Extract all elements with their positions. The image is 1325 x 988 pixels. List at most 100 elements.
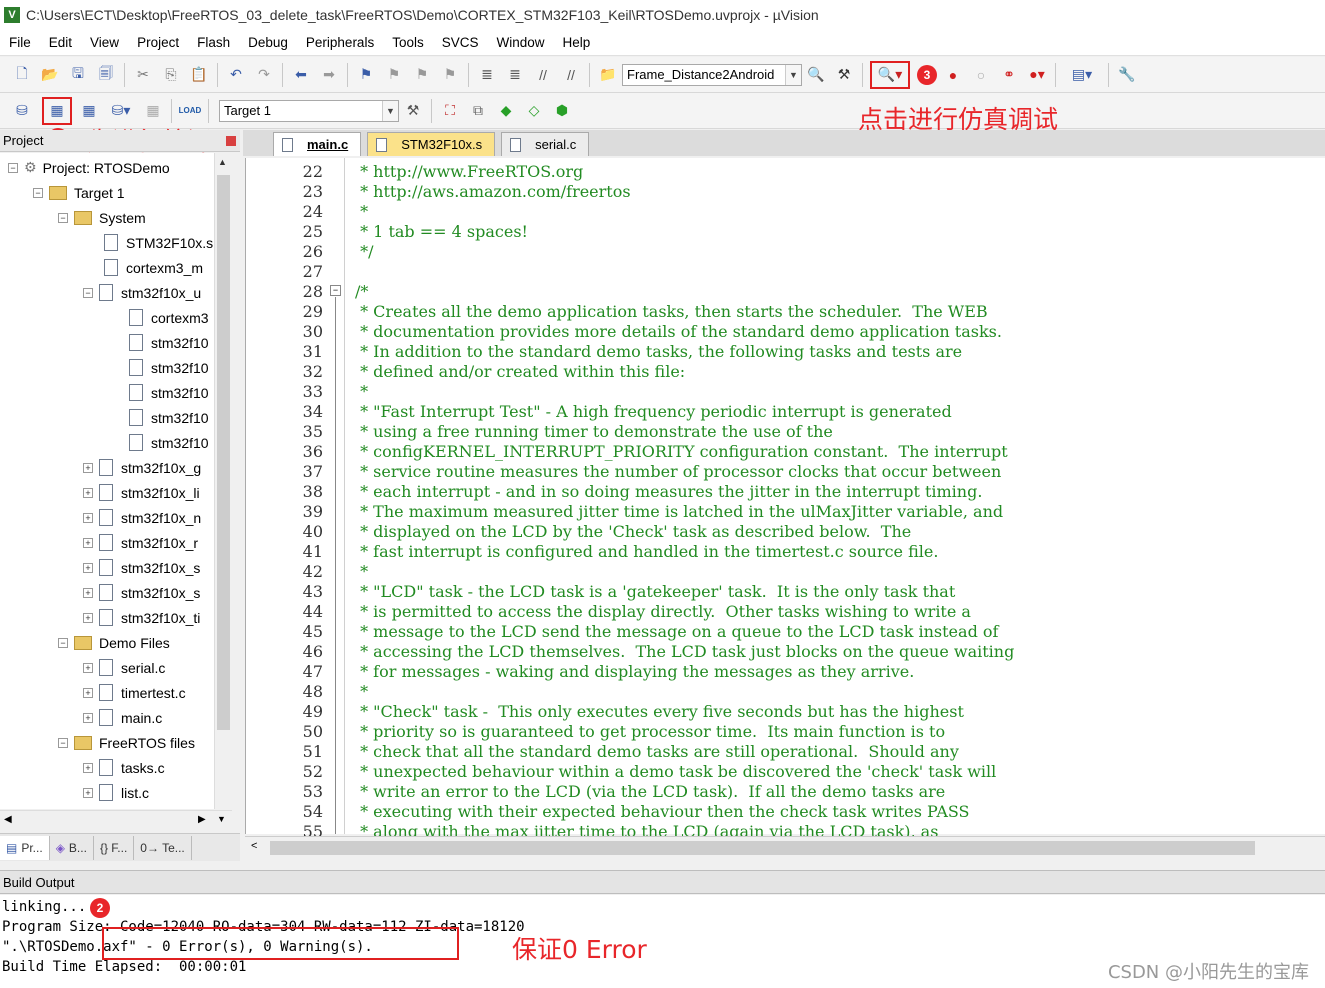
find-combo[interactable]: Frame_Distance2Android ▼ — [622, 63, 802, 86]
save-all-icon[interactable]: 🗐 — [95, 64, 117, 86]
file-extensions-icon[interactable]: ⧉ — [467, 100, 489, 122]
tree-file[interactable]: cortexm3_m — [104, 255, 203, 280]
tab-books[interactable]: ◈ B... — [50, 835, 94, 860]
tree-file[interactable]: + stm32f10x_r — [83, 530, 198, 555]
menu-peripherals[interactable]: Peripherals — [297, 35, 383, 50]
disable-breakpoints-icon[interactable]: ⚭ — [998, 64, 1020, 86]
new-file-icon[interactable]: 🗋 — [11, 64, 33, 86]
tree-file[interactable]: − stm32f10x_u — [83, 280, 201, 305]
expand-icon[interactable]: + — [83, 712, 93, 723]
scroll-left-icon[interactable]: < — [251, 840, 257, 852]
tree-file[interactable]: stm32f10 — [129, 405, 209, 430]
rebuild-icon[interactable]: ▦ — [78, 100, 100, 122]
tree-file[interactable]: + stm32f10x_s — [83, 580, 200, 605]
tree-file[interactable]: STM32F10x.s — [104, 230, 213, 255]
build-button[interactable]: ▦ — [42, 96, 72, 125]
uncomment-icon[interactable]: // — [560, 64, 582, 86]
project-tree-vertical-scrollbar[interactable]: ▲ — [214, 153, 232, 809]
translate-icon[interactable]: ⛁ — [11, 100, 33, 122]
unindent-icon[interactable]: ≣ — [504, 64, 526, 86]
kill-breakpoints-icon[interactable]: ●▾ — [1026, 64, 1048, 86]
tree-file[interactable]: + timertest.c — [83, 680, 186, 705]
tree-file[interactable]: stm32f10 — [129, 355, 209, 380]
scroll-down-icon[interactable]: ▼ — [217, 814, 226, 824]
nav-back-icon[interactable]: ⬅ — [290, 64, 312, 86]
indent-icon[interactable]: ≣ — [476, 64, 498, 86]
tree-file[interactable]: + stm32f10x_g — [83, 455, 201, 480]
start-debug-session-button[interactable]: 🔍▾ — [870, 60, 910, 89]
tab-templates[interactable]: 0→ Te... — [134, 835, 192, 860]
menu-view[interactable]: View — [81, 35, 128, 50]
open-folder-icon[interactable]: 📂 — [39, 64, 61, 86]
collapse-icon[interactable]: − — [8, 162, 18, 173]
tree-file[interactable]: cortexm3 — [129, 305, 209, 330]
fold-collapse-icon[interactable]: − — [330, 285, 341, 296]
insert-breakpoint-icon[interactable]: ● — [942, 64, 964, 86]
menu-debug[interactable]: Debug — [239, 35, 297, 50]
configure-wrench-icon[interactable]: 🔧 — [1116, 64, 1138, 86]
batch-build-icon[interactable]: ⛁▾ — [106, 100, 136, 122]
collapse-icon[interactable]: − — [33, 187, 43, 198]
chevron-down-icon[interactable]: ▼ — [785, 64, 801, 85]
menu-project[interactable]: Project — [128, 35, 188, 50]
manage-rte-icon[interactable]: ◆ — [495, 100, 517, 122]
collapse-icon[interactable]: − — [58, 212, 68, 223]
tree-target[interactable]: − Target 1 — [33, 180, 125, 205]
scroll-up-icon[interactable]: ▲ — [218, 157, 227, 167]
tab-functions[interactable]: {} F... — [94, 835, 135, 860]
paste-icon[interactable]: 📋 — [188, 64, 210, 86]
tab-stm32f10x-s[interactable]: STM32F10x.s — [367, 132, 496, 156]
enable-breakpoint-icon[interactable]: ○ — [970, 64, 992, 86]
menu-svcs[interactable]: SVCS — [433, 35, 488, 50]
comment-icon[interactable]: // — [532, 64, 554, 86]
menu-help[interactable]: Help — [554, 35, 600, 50]
target-options-icon[interactable]: ⚒ — [402, 100, 424, 122]
pack-installer-icon[interactable]: ◇ — [523, 100, 545, 122]
find-in-files-icon[interactable]: 📁 — [597, 64, 619, 86]
tree-file[interactable]: + tasks.c — [83, 755, 165, 780]
collapse-icon[interactable]: − — [83, 287, 93, 298]
expand-icon[interactable]: + — [83, 562, 93, 573]
clear-bookmarks-icon[interactable]: ⚑ — [439, 64, 461, 86]
tab-project[interactable]: ▤ Pr... — [0, 835, 50, 860]
incremental-find-icon[interactable]: ⚒ — [833, 64, 855, 86]
chevron-down-icon[interactable]: ▼ — [382, 100, 398, 121]
project-tree-horizontal-scrollbar[interactable]: ◀ ▶ ▼ — [0, 810, 232, 830]
collapse-icon[interactable]: − — [58, 737, 68, 748]
stop-build-icon[interactable]: ▦ — [142, 100, 164, 122]
tree-file[interactable]: + stm32f10x_ti — [83, 605, 200, 630]
expand-icon[interactable]: + — [83, 462, 93, 473]
tree-group-demo-files[interactable]: − Demo Files — [58, 630, 170, 655]
save-icon[interactable]: 🖫 — [67, 64, 89, 86]
tree-file[interactable]: stm32f10 — [129, 430, 209, 455]
scrollbar-thumb[interactable] — [217, 175, 230, 730]
next-bookmark-icon[interactable]: ⚑ — [411, 64, 433, 86]
code-horizontal-scrollbar[interactable]: < — [245, 836, 1325, 858]
menu-tools[interactable]: Tools — [383, 35, 433, 50]
tree-file[interactable]: + stm32f10x_s — [83, 555, 200, 580]
tree-file[interactable]: + serial.c — [83, 655, 165, 680]
tree-file[interactable]: + list.c — [83, 780, 149, 805]
expand-icon[interactable]: + — [83, 537, 93, 548]
cut-icon[interactable]: ✂ — [132, 64, 154, 86]
expand-icon[interactable]: + — [83, 762, 93, 773]
menu-file[interactable]: File — [0, 35, 40, 50]
tab-main-c[interactable]: main.c — [273, 132, 362, 156]
tree-file[interactable]: stm32f10 — [129, 380, 209, 405]
tab-serial-c[interactable]: serial.c — [501, 132, 590, 156]
tree-group-system[interactable]: − System — [58, 205, 146, 230]
menu-edit[interactable]: Edit — [40, 35, 81, 50]
menu-flash[interactable]: Flash — [188, 35, 239, 50]
expand-icon[interactable]: + — [83, 787, 93, 798]
scroll-left-icon[interactable]: ◀ — [4, 814, 12, 825]
collapse-icon[interactable]: − — [58, 637, 68, 648]
bookmark-icon[interactable]: ⚑ — [355, 64, 377, 86]
menu-window[interactable]: Window — [487, 35, 553, 50]
prev-bookmark-icon[interactable]: ⚑ — [383, 64, 405, 86]
download-load-icon[interactable]: LOAD — [179, 100, 202, 122]
undo-icon[interactable]: ↶ — [225, 64, 247, 86]
nav-forward-icon[interactable]: ➡ — [318, 64, 340, 86]
expand-icon[interactable]: + — [83, 612, 93, 623]
tree-file[interactable]: + stm32f10x_li — [83, 480, 200, 505]
expand-icon[interactable]: + — [83, 587, 93, 598]
